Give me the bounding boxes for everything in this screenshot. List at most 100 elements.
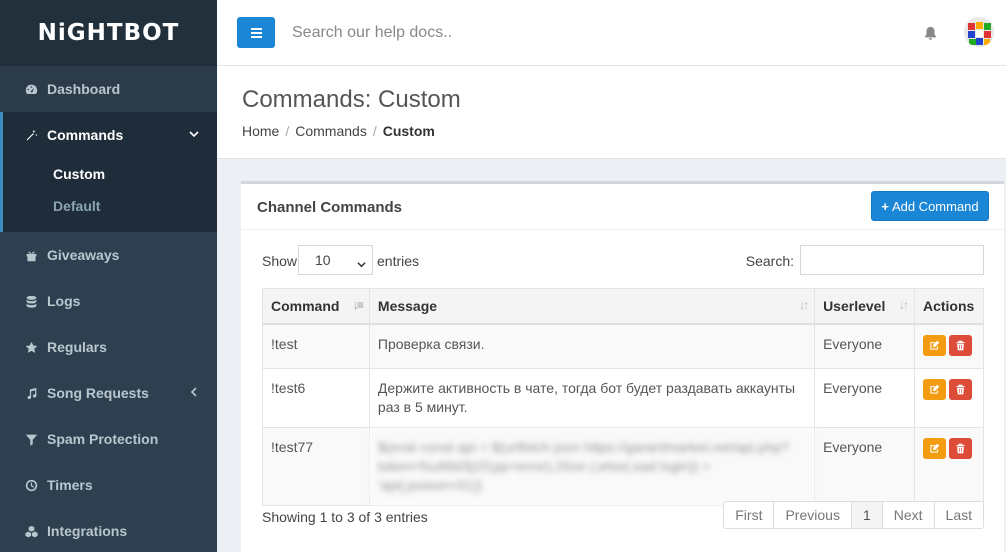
column-header-label: Userlevel (823, 298, 886, 314)
cell-userlevel: Everyone (814, 426, 915, 506)
filter-icon (22, 433, 40, 446)
column-header-userlevel[interactable]: Userlevel ↓↑ (814, 288, 915, 325)
sidebar-group-commands: Commands Custom Default (0, 112, 217, 232)
column-header-command[interactable]: Command ↓≡ (262, 288, 370, 325)
sidebar-item-regulars[interactable]: Regulars (0, 324, 217, 370)
table-row: !test6 Держите активность в чате, тогда … (262, 367, 985, 428)
column-header-message[interactable]: Message ↓↑ (368, 288, 816, 325)
star-icon (22, 341, 40, 354)
plus-icon: + (881, 198, 889, 214)
column-header-label: Message (377, 298, 438, 314)
sidebar-item-label: Giveaways (47, 247, 120, 263)
cubes-icon (22, 525, 40, 538)
menu-toggle-button[interactable] (237, 17, 275, 48)
sidebar-item-commands[interactable]: Commands (3, 112, 217, 158)
sidebar-item-giveaways[interactable]: Giveaways (0, 232, 217, 278)
pagination-next[interactable]: Next (881, 502, 934, 528)
sort-icon: ↓↑ (898, 298, 909, 312)
sidebar-item-timers[interactable]: Timers (0, 462, 217, 508)
breadcrumb-current: Custom (382, 123, 435, 139)
help-search-input[interactable] (292, 23, 812, 42)
sidebar-item-label: Song Requests (47, 385, 149, 401)
bell-icon[interactable] (923, 25, 938, 41)
add-command-label: Add Command (891, 198, 979, 214)
pagination-previous[interactable]: Previous (773, 502, 851, 528)
sidebar-item-dashboard[interactable]: Dashboard (0, 66, 217, 112)
trash-icon (956, 340, 965, 351)
sidebar-subitem-custom[interactable]: Custom (3, 158, 217, 190)
sidebar-item-logs[interactable]: Logs (0, 278, 217, 324)
table-info: Showing 1 to 3 of 3 entries (262, 509, 428, 525)
sidebar-item-label: Logs (47, 293, 81, 309)
sidebar-subitem-default[interactable]: Default (3, 190, 217, 222)
cell-message: Проверка связи. (368, 323, 816, 369)
edit-icon (930, 443, 940, 453)
breadcrumb-commands[interactable]: Commands (295, 123, 367, 139)
cell-actions (913, 323, 985, 369)
box-title: Channel Commands (257, 199, 403, 216)
sidebar-item-label: Dashboard (47, 81, 121, 97)
sidebar-item-label: Regulars (47, 339, 107, 355)
chevron-down-icon (189, 128, 199, 142)
cell-actions (913, 367, 985, 428)
add-command-button[interactable]: + Add Command (871, 191, 989, 221)
cell-command: !test (262, 323, 370, 369)
clock-icon (22, 479, 40, 492)
delete-button[interactable] (948, 437, 972, 459)
edit-icon (930, 384, 940, 394)
entries-length-value: 10 (315, 252, 331, 268)
edit-button[interactable] (922, 378, 946, 400)
entries-label: entries (377, 253, 420, 269)
show-label: Show (262, 253, 298, 269)
hamburger-icon-line (250, 35, 262, 38)
sidebar-item-spam-protection[interactable]: Spam Protection (0, 416, 217, 462)
logo[interactable]: NiGHTBOT (0, 0, 217, 66)
pagination-page-1[interactable]: 1 (850, 502, 882, 528)
breadcrumb-separator: / (372, 123, 377, 139)
edit-button[interactable] (922, 437, 946, 459)
entries-length-select[interactable]: 10 (298, 245, 373, 275)
sort-asc-icon: ↓≡ (352, 298, 364, 312)
box-header: Channel Commands + Add Command (241, 184, 1004, 230)
sidebar: NiGHTBOT Dashboard Commands Custom Defau… (0, 0, 217, 552)
sidebar-item-label: Timers (47, 477, 93, 493)
table-controls: Show 10 entries Search: (262, 245, 984, 277)
breadcrumb-separator: / (285, 123, 290, 139)
trash-icon (956, 384, 965, 394)
sidebar-item-label: Spam Protection (47, 431, 159, 447)
column-header-actions: Actions (913, 288, 985, 325)
page-title: Commands: Custom (242, 86, 461, 113)
cell-userlevel: Everyone (814, 367, 915, 428)
hamburger-icon-line (250, 31, 262, 34)
content-header: Commands: Custom Home / Commands / Custo… (217, 66, 1006, 159)
delete-button[interactable] (948, 378, 972, 400)
pagination: First Previous 1 Next Last (723, 501, 984, 529)
table-search-input[interactable] (800, 245, 984, 275)
table-row: !test77 $(eval const api = $(urlfetch js… (262, 426, 985, 506)
cell-command: !test77 (262, 426, 370, 506)
breadcrumb-home[interactable]: Home (242, 123, 279, 139)
top-header (217, 0, 1006, 66)
logo-text: NiGHTBOT (37, 20, 180, 46)
hamburger-icon (250, 27, 262, 30)
breadcrumb: Home / Commands / Custom (242, 123, 435, 139)
magic-wand-icon (22, 129, 40, 142)
table-search-label: Search: (745, 253, 794, 269)
pagination-last[interactable]: Last (933, 502, 983, 528)
music-icon (22, 387, 40, 400)
sidebar-item-song-requests[interactable]: Song Requests (0, 370, 217, 416)
cell-command: !test6 (262, 367, 370, 428)
table-row: !test Проверка связи. Everyone (262, 323, 985, 369)
chevron-down-icon (357, 256, 366, 268)
edit-button[interactable] (922, 335, 946, 356)
pagination-first[interactable]: First (724, 502, 774, 528)
column-header-label: Actions (922, 298, 975, 314)
delete-button[interactable] (948, 335, 972, 356)
user-avatar[interactable] (964, 17, 994, 47)
column-header-label: Command (271, 298, 340, 314)
edit-icon (930, 340, 940, 350)
sidebar-item-integrations[interactable]: Integrations (0, 508, 217, 552)
sort-icon: ↓↑ (799, 298, 809, 312)
gift-icon (22, 249, 40, 262)
cell-userlevel: Everyone (814, 323, 915, 369)
